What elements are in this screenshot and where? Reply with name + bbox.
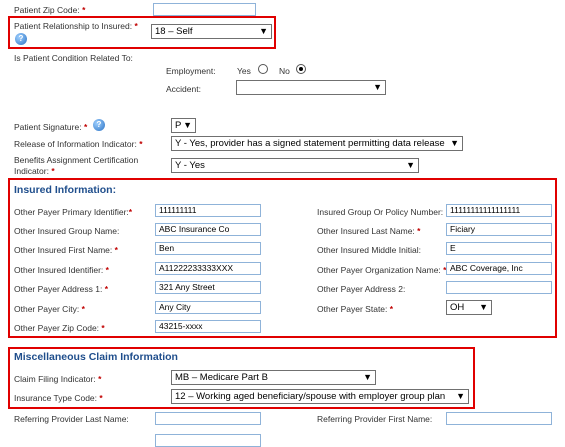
insured-group-policy-label: Insured Group Or Policy Number: <box>317 207 444 217</box>
other-payer-state-label: Other Payer State: * <box>317 304 394 314</box>
other-insured-last-name-label: Other Insured Last Name: * <box>317 226 421 236</box>
other-payer-primary-id-input[interactable]: 111111111 <box>155 204 261 217</box>
referring-first-name-label: Referring Provider First Name: <box>317 414 433 424</box>
patient-zip-input[interactable] <box>153 3 256 16</box>
chevron-down-icon: ▼ <box>479 302 488 312</box>
other-payer-city-input[interactable]: Any City <box>155 301 261 314</box>
no-label: No <box>279 66 290 76</box>
other-payer-address1-label: Other Payer Address 1: * <box>14 284 109 294</box>
chevron-down-icon: ▼ <box>183 120 192 130</box>
other-payer-address2-input[interactable] <box>446 281 552 294</box>
misc-section-title: Miscellaneous Claim Information <box>14 351 178 363</box>
chevron-down-icon: ▼ <box>406 160 415 170</box>
claim-filing-label: Claim Filing Indicator: * <box>14 374 102 384</box>
other-payer-address1-input[interactable]: 321 Any Street <box>155 281 261 294</box>
other-insured-middle-initial-input[interactable]: E <box>446 242 552 255</box>
accident-label: Accident: <box>166 84 201 94</box>
other-insured-identifier-label: Other Insured Identifier: * <box>14 265 109 275</box>
benefits-select[interactable]: Y - Yes ▼ <box>171 158 419 173</box>
partial-input-bottom[interactable] <box>155 434 261 447</box>
other-insured-group-name-label: Other Insured Group Name: <box>14 226 120 236</box>
chevron-down-icon: ▼ <box>456 391 465 401</box>
insurance-type-label: Insurance Type Code: * <box>14 393 103 403</box>
referring-last-name-label: Referring Provider Last Name: <box>14 414 129 424</box>
signature-label: Patient Signature: * <box>14 122 88 132</box>
release-select[interactable]: Y - Yes, provider has a signed statement… <box>171 136 463 151</box>
chevron-down-icon: ▼ <box>450 138 459 148</box>
employment-no-radio[interactable] <box>296 64 306 74</box>
referring-first-name-input[interactable] <box>446 412 552 425</box>
signature-select[interactable]: P ▼ <box>171 118 196 133</box>
insurance-type-select[interactable]: 12 – Working aged beneficiary/spouse wit… <box>171 389 469 404</box>
other-insured-group-name-input[interactable]: ABC Insurance Co <box>155 223 261 236</box>
help-icon[interactable]: ? <box>93 119 105 131</box>
yes-label: Yes <box>237 66 251 76</box>
other-payer-org-name-label: Other Payer Organization Name: * <box>317 265 447 275</box>
other-payer-zip-input[interactable]: 43215-xxxx <box>155 320 261 333</box>
referring-last-name-input[interactable] <box>155 412 261 425</box>
other-insured-first-name-input[interactable]: Ben <box>155 242 261 255</box>
help-icon[interactable]: ? <box>15 33 27 45</box>
other-payer-org-name-input[interactable]: ABC Coverage, Inc <box>446 262 552 275</box>
relationship-select[interactable]: 18 – Self ▼ <box>151 24 272 39</box>
chevron-down-icon: ▼ <box>363 372 372 382</box>
chevron-down-icon: ▼ <box>259 26 268 36</box>
condition-label: Is Patient Condition Related To: <box>14 53 133 63</box>
employment-label: Employment: <box>166 66 216 76</box>
claim-filing-select[interactable]: MB – Medicare Part B ▼ <box>171 370 376 385</box>
other-payer-zip-label: Other Payer Zip Code: * <box>14 323 105 333</box>
patient-zip-label: Patient Zip Code: * <box>14 5 86 15</box>
relationship-label: Patient Relationship to Insured: * <box>14 21 138 31</box>
release-label: Release of Information Indicator: * <box>14 139 143 149</box>
chevron-down-icon: ▼ <box>373 82 382 92</box>
other-insured-identifier-input[interactable]: A11222233333XXX <box>155 262 261 275</box>
employment-yes-radio[interactable] <box>258 64 268 74</box>
accident-select[interactable]: ▼ <box>236 80 386 95</box>
other-payer-city-label: Other Payer City: * <box>14 304 85 314</box>
benefits-label: Benefits Assignment Certification Indicat… <box>14 155 139 176</box>
other-payer-address2-label: Other Payer Address 2: <box>317 284 406 294</box>
other-payer-primary-id-label: Other Payer Primary Identifier:* <box>14 207 133 217</box>
other-insured-last-name-input[interactable]: Ficiary <box>446 223 552 236</box>
other-payer-state-select[interactable]: OH ▼ <box>446 300 492 315</box>
insured-group-policy-input[interactable]: 11111111111111111 <box>446 204 552 217</box>
other-insured-middle-initial-label: Other Insured Middle Initial: <box>317 245 421 255</box>
other-insured-first-name-label: Other Insured First Name: * <box>14 245 118 255</box>
insured-section-title: Insured Information: <box>14 184 117 196</box>
